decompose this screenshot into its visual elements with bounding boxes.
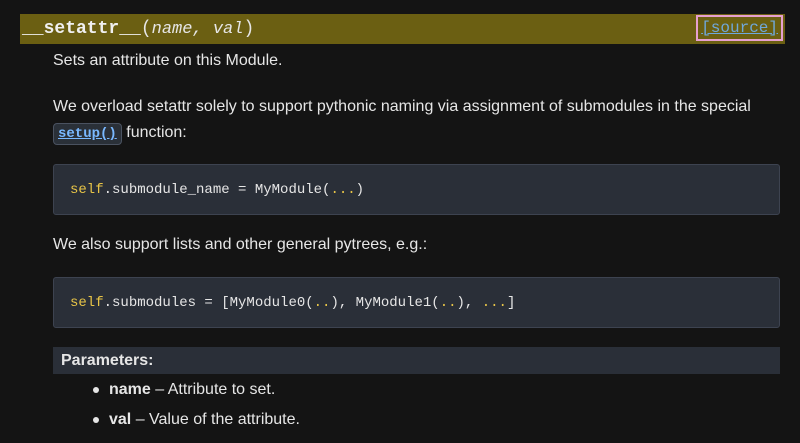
description-line-2-text: We overload setattr solely to support py… [53, 98, 751, 115]
method-params: name, val [151, 19, 244, 39]
parameter-name: val [109, 411, 132, 428]
code2-part2: ), MyModule1( [330, 294, 440, 311]
code2-close: ] [506, 294, 516, 311]
bullet-icon [93, 387, 99, 393]
method-signature: __setattr__ ( name, val ) [source] [20, 14, 785, 44]
source-link[interactable]: [source] [696, 15, 783, 41]
code2-dots1: .. [313, 294, 331, 311]
code1-self: self [70, 181, 104, 198]
parameters-heading: Parameters: [53, 347, 780, 374]
code2-self: self [70, 294, 104, 311]
code-block-2: self .submodules = [MyModule0(..), MyModu… [53, 277, 780, 328]
setup-link[interactable]: setup() [53, 123, 122, 145]
code1-rest: .submodule_name = MyModule( [103, 181, 331, 198]
code2-ellipsis: ... [481, 294, 507, 311]
parameter-desc: – Attribute to set. [150, 381, 276, 398]
parameter-item-name: name – Attribute to set. [93, 375, 300, 405]
parameter-name: name [109, 381, 151, 398]
code2-part1: .submodules = [MyModule0( [103, 294, 314, 311]
description-line-2-suffix: function: [121, 124, 187, 141]
method-name: __setattr__ [22, 19, 141, 39]
doc-page: __setattr__ ( name, val ) [source] Sets … [0, 0, 800, 443]
code-block-1: self .submodule_name = MyModule(...) [53, 164, 780, 215]
description-line-3: We also support lists and other general … [53, 236, 428, 253]
parameter-desc: – Value of the attribute. [131, 411, 300, 428]
code2-dots2: .. [439, 294, 457, 311]
parameter-list: name – Attribute to set. val – Value of … [93, 375, 300, 435]
bullet-icon [93, 417, 99, 423]
code1-close: ) [355, 181, 365, 198]
open-paren: ( [140, 19, 152, 39]
close-paren: ) [243, 19, 255, 39]
description-line-1: Sets an attribute on this Module. [53, 52, 283, 69]
description-line-2: We overload setattr solely to support py… [53, 94, 783, 146]
code2-part3: ), [456, 294, 482, 311]
parameter-item-val: val – Value of the attribute. [93, 405, 300, 435]
code1-ellipsis: ... [330, 181, 356, 198]
